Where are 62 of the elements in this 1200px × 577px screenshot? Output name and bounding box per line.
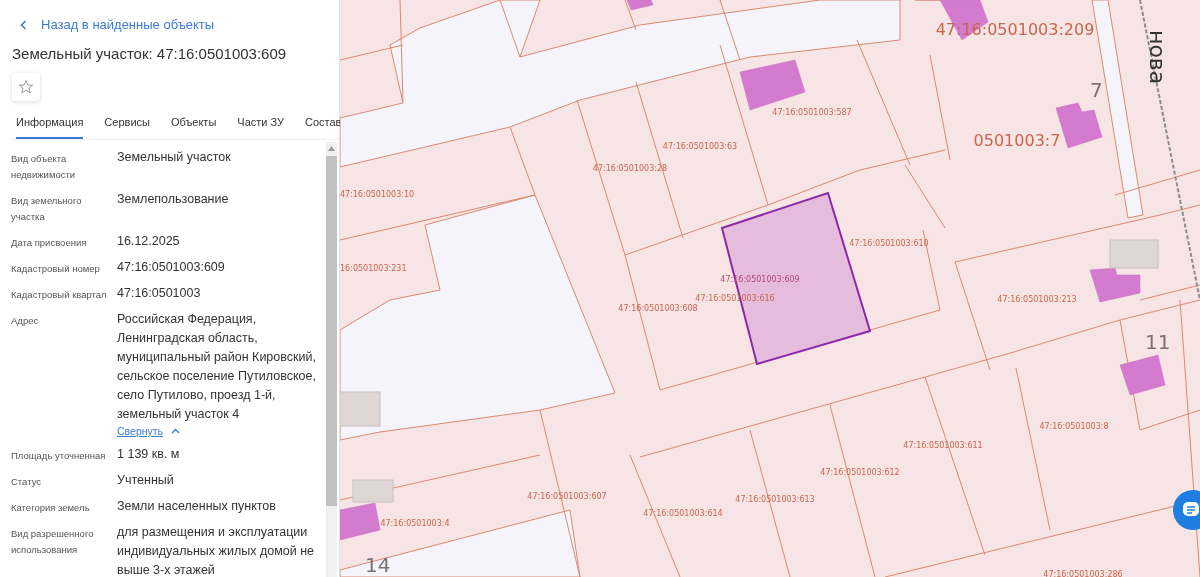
chevron-left-icon	[20, 19, 27, 30]
parcel-number: 47:16:0501003:286	[1043, 570, 1123, 577]
house-number: 11	[1145, 330, 1171, 354]
parcel-number: 47:16:0501003:63	[662, 142, 738, 151]
field-label: Адрес	[11, 314, 40, 328]
tab[interactable]: Состав	[305, 108, 342, 139]
field-label: Статус	[11, 475, 43, 489]
parcel-number: 47:16:0501003:612	[820, 468, 900, 477]
favorite-button[interactable]	[12, 73, 40, 101]
field-label: Кадастровый квартал	[11, 288, 108, 302]
scrollbar[interactable]	[326, 142, 337, 577]
house-number: 7	[1090, 78, 1103, 102]
field-value: 47:16:0501003:609	[117, 259, 226, 276]
field-label: Кадастровый номер	[11, 262, 101, 276]
field-value: Земли населенных пунктов	[117, 498, 277, 515]
parcel-number: 47:16:0501003:610	[849, 239, 929, 248]
tab[interactable]: Сервисы	[104, 108, 150, 139]
building-shape	[626, 0, 654, 11]
parcel-number: 47:16:0501003:608	[618, 304, 698, 313]
parcel-number: 47:16:0501003:213	[997, 295, 1077, 304]
house-number: 14	[365, 553, 391, 577]
field-value: Учтенный	[117, 472, 175, 489]
tab[interactable]: Части ЗУ	[237, 108, 284, 139]
field-label: Площадь уточненная	[11, 449, 107, 463]
field-label: Категория земель	[11, 501, 91, 515]
parcel-number: 16:0501003:231	[340, 264, 407, 273]
scroll-up-icon[interactable]	[328, 146, 335, 151]
parcel-number: 47:16:0501003:28	[592, 164, 668, 173]
tab[interactable]: Объекты	[170, 108, 217, 139]
parcel-number: 47:16:0501003:4	[380, 519, 450, 528]
field-value: Земельный участок	[117, 149, 232, 166]
parcel-number: 47:16:0501003:587	[772, 108, 852, 117]
parcel-number: 47:16:0501003:8	[1039, 422, 1109, 431]
field-value: 47:16:0501003	[117, 285, 202, 302]
parcel-number: 0501003:7	[973, 131, 1061, 150]
parcel-number: 47:16:0501003:10	[340, 190, 415, 199]
chat-button[interactable]	[1173, 490, 1200, 530]
object-title: Земельный участок: 47:16:0501003:609	[12, 45, 288, 62]
field-label: Вид земельного участка	[11, 194, 83, 224]
street-name: нова	[1145, 30, 1170, 85]
parcel-number: 47:16:0501003:611	[903, 441, 983, 450]
field-value: для размещения и эксплуатации индивидуальных жилых домой не выше 3-х этажей	[117, 524, 315, 577]
building-shape	[1119, 354, 1166, 396]
collapse-link[interactable]: Свернуть	[117, 424, 326, 438]
field-value: Российская Федерация, Ленинградская область, муниципальный район Кировский, сельское поселение Путиловское, село Путилово, проезд 1-й, земельный участок 4	[117, 311, 317, 423]
back-link[interactable]: Назад в найденные объекты	[12, 17, 339, 32]
field-label: Вид объекта недвижимости	[11, 152, 77, 182]
building-shape	[340, 391, 381, 427]
field-value: 1 139 кв. м	[117, 446, 181, 463]
field-label: Дата присвоения	[11, 236, 88, 250]
building-shape	[1109, 239, 1159, 269]
building-shape	[1089, 267, 1141, 303]
star-icon	[18, 79, 34, 95]
field-value: 16.12.2025	[117, 233, 181, 250]
tab[interactable]: Информация	[16, 108, 84, 139]
parcel-number: 47:16:0501003:613	[735, 495, 815, 504]
field-value: Землепользование	[117, 191, 230, 208]
parcel-map-drawing[interactable]	[340, 0, 1200, 577]
chevron-icon	[171, 428, 181, 434]
field-label: Вид разрешенного использования	[11, 527, 95, 557]
parcel-number: 47:16:0501003:614	[643, 509, 723, 518]
parcel-number: 47:16:0501003:607	[527, 492, 607, 501]
